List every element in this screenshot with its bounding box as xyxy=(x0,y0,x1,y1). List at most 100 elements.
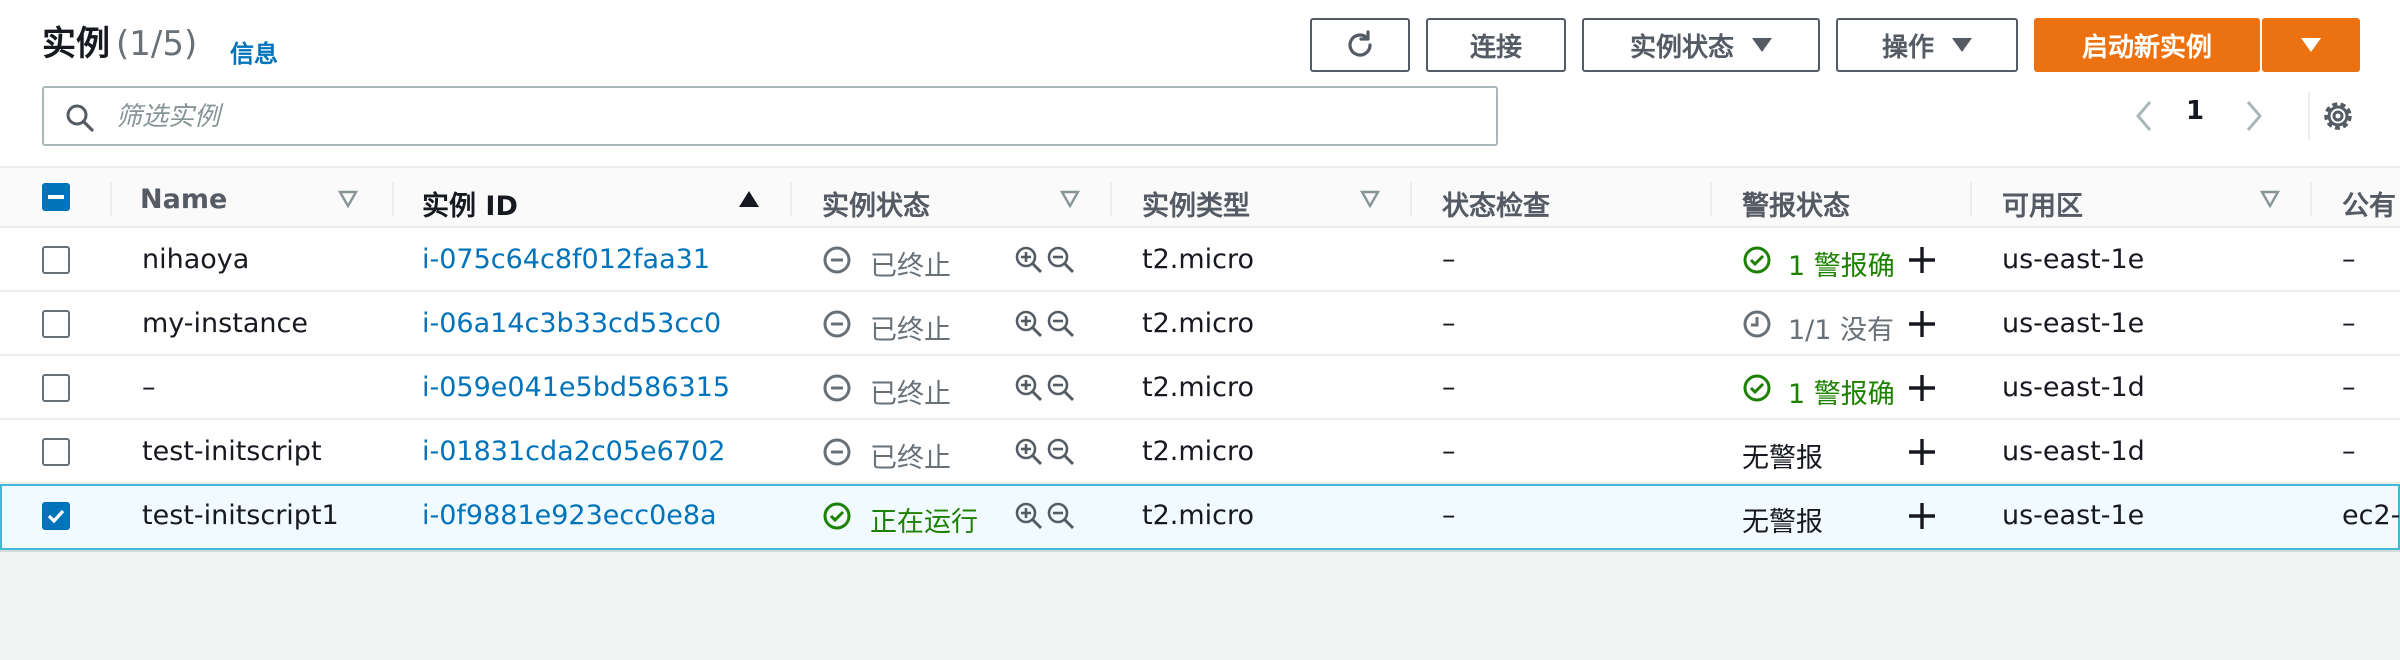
status-check: – xyxy=(1442,308,1456,339)
filter-instances-input[interactable] xyxy=(116,98,1476,136)
alarm-status[interactable]: 1/1 没有 xyxy=(1788,308,1894,347)
instance-id-link[interactable]: i-0f9881e923ecc0e8a xyxy=(422,500,717,531)
table-row[interactable]: – i-059e041e5bd586315 已终止 t2.micro – 1 警… xyxy=(0,356,2400,420)
table-row[interactable]: my-instance i-06a14c3b33cd53cc0 已终止 t2.m… xyxy=(0,292,2400,356)
instances-panel: 实例(1/5) 信息 连接 实例状态 操作 启动新实例 1 xyxy=(0,0,2400,552)
table-row[interactable]: test-initscript i-01831cda2c05e6702 已终止 … xyxy=(0,420,2400,484)
instance-state: 已终止 xyxy=(870,315,951,346)
check-circle-icon xyxy=(823,502,851,530)
public-dns: – xyxy=(2342,372,2356,403)
column-header-public[interactable]: 公有 xyxy=(2342,184,2396,223)
column-header-instance-state[interactable]: 实例状态 xyxy=(822,184,930,223)
table-row-selected[interactable]: test-initscript1 i-0f9881e923ecc0e8a 正在运… xyxy=(0,484,2400,550)
zoom-out-icon[interactable] xyxy=(1046,373,1076,403)
stopped-circle-icon xyxy=(823,310,851,338)
zoom-out-icon[interactable] xyxy=(1046,309,1076,339)
state-filter-icons xyxy=(1014,501,1076,531)
column-divider xyxy=(2310,182,2312,216)
column-header-name[interactable]: Name xyxy=(140,184,227,215)
plus-icon[interactable] xyxy=(1906,244,1938,276)
zoom-in-icon[interactable] xyxy=(1014,437,1044,467)
instance-type: t2.micro xyxy=(1142,308,1255,339)
instance-id-link[interactable]: i-075c64c8f012faa31 xyxy=(422,244,710,275)
plus-icon[interactable] xyxy=(1906,372,1938,404)
row-checkbox[interactable] xyxy=(42,438,70,466)
column-header-instance-type[interactable]: 实例类型 xyxy=(1142,184,1250,223)
instance-id-link[interactable]: i-06a14c3b33cd53cc0 xyxy=(422,308,721,339)
public-dns: – xyxy=(2342,308,2356,339)
availability-zone: us-east-1e xyxy=(2002,244,2145,275)
state-filter-icons xyxy=(1014,245,1076,275)
state-filter-icons xyxy=(1014,373,1076,403)
filter-search-box[interactable] xyxy=(42,86,1498,146)
stopped-circle-icon xyxy=(823,374,851,402)
stopped-circle-icon xyxy=(823,438,851,466)
row-checkbox[interactable] xyxy=(42,374,70,402)
actions-label: 操作 xyxy=(1881,32,1934,63)
sort-ascending-icon[interactable] xyxy=(738,190,760,208)
connect-label: 连接 xyxy=(1469,32,1522,63)
column-divider xyxy=(1710,182,1712,216)
launch-options-dropdown[interactable] xyxy=(2262,18,2360,72)
plus-icon[interactable] xyxy=(1906,500,1938,532)
alarm-status[interactable]: 1 警报确 xyxy=(1788,244,1895,283)
chevron-left-icon[interactable] xyxy=(2130,98,2158,134)
table-row[interactable]: nihaoya i-075c64c8f012faa31 已终止 t2.micro… xyxy=(0,228,2400,292)
indeterminate-mark xyxy=(48,195,64,199)
check-circle-icon xyxy=(1743,374,1771,402)
refresh-button[interactable] xyxy=(1310,18,1410,72)
availability-zone: us-east-1e xyxy=(2002,500,2145,531)
column-header-instance-id[interactable]: 实例 ID xyxy=(422,184,518,223)
actions-dropdown[interactable]: 操作 xyxy=(1836,18,2018,72)
zoom-in-icon[interactable] xyxy=(1014,309,1044,339)
instance-state-dropdown[interactable]: 实例状态 xyxy=(1582,18,1820,72)
plus-icon[interactable] xyxy=(1906,436,1938,468)
instance-name: test-initscript1 xyxy=(142,500,339,531)
row-checkbox[interactable] xyxy=(42,502,70,530)
connect-button[interactable]: 连接 xyxy=(1426,18,1566,72)
status-check: – xyxy=(1442,372,1456,403)
plus-icon[interactable] xyxy=(1906,308,1938,340)
zoom-out-icon[interactable] xyxy=(1046,437,1076,467)
instance-name: – xyxy=(142,372,156,403)
alarm-status: 无警报 xyxy=(1742,443,1823,474)
instance-name: test-initscript xyxy=(142,436,322,467)
launch-label: 启动新实例 xyxy=(2081,32,2212,63)
column-divider xyxy=(1970,182,1972,216)
row-checkbox[interactable] xyxy=(42,246,70,274)
clock-icon xyxy=(1743,310,1771,338)
sort-icon[interactable] xyxy=(338,190,358,208)
sort-icon[interactable] xyxy=(1360,190,1380,208)
select-all-checkbox[interactable] xyxy=(42,183,70,211)
instance-id-link[interactable]: i-059e041e5bd586315 xyxy=(422,372,730,403)
alarm-status[interactable]: 1 警报确 xyxy=(1788,372,1895,411)
zoom-out-icon[interactable] xyxy=(1046,501,1076,531)
instance-type: t2.micro xyxy=(1142,244,1255,275)
stopped-circle-icon xyxy=(823,246,851,274)
row-checkbox[interactable] xyxy=(42,310,70,338)
column-divider xyxy=(110,182,112,216)
page-number[interactable]: 1 xyxy=(2186,96,2204,126)
column-header-alarm-status[interactable]: 警报状态 xyxy=(1742,184,1850,223)
zoom-in-icon[interactable] xyxy=(1014,245,1044,275)
sort-icon[interactable] xyxy=(1060,190,1080,208)
column-divider xyxy=(790,182,792,216)
chevron-right-icon[interactable] xyxy=(2240,98,2268,134)
zoom-in-icon[interactable] xyxy=(1014,501,1044,531)
launch-instance-button[interactable]: 启动新实例 xyxy=(2034,18,2260,72)
sort-icon[interactable] xyxy=(2260,190,2280,208)
zoom-out-icon[interactable] xyxy=(1046,245,1076,275)
column-header-availability-zone[interactable]: 可用区 xyxy=(2002,184,2083,223)
gear-icon[interactable] xyxy=(2318,96,2358,136)
caret-down-icon xyxy=(2301,38,2321,52)
page-title-text: 实例 xyxy=(42,24,110,64)
instance-id-link[interactable]: i-01831cda2c05e6702 xyxy=(422,436,725,467)
column-divider xyxy=(392,182,394,216)
refresh-icon xyxy=(1348,30,1372,57)
caret-down-icon xyxy=(1952,38,1972,52)
info-link[interactable]: 信息 xyxy=(230,34,278,69)
column-divider xyxy=(1110,182,1112,216)
state-filter-icons xyxy=(1014,309,1076,339)
zoom-in-icon[interactable] xyxy=(1014,373,1044,403)
column-header-status-check[interactable]: 状态检查 xyxy=(1442,184,1550,223)
